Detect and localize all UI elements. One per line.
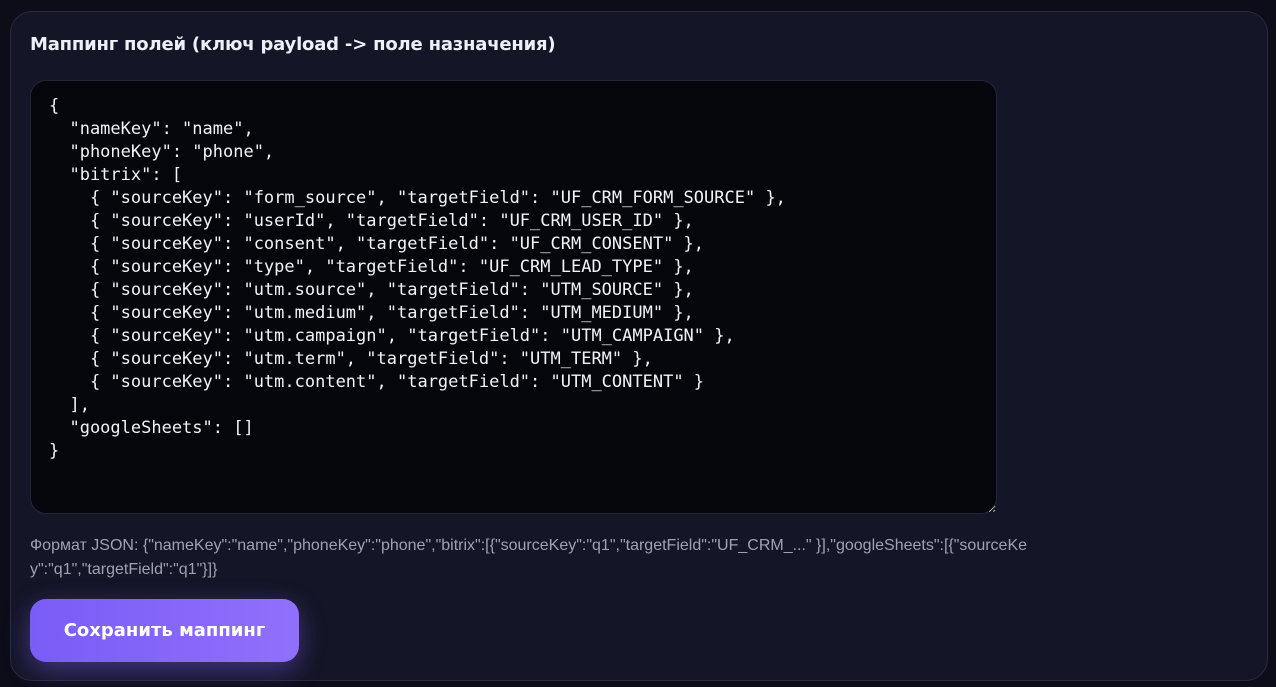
save-mapping-button[interactable]: Сохранить маппинг [30, 599, 299, 662]
mapping-card: Маппинг полей (ключ payload -> поле назн… [10, 11, 1268, 681]
format-hint: Формат JSON: {"nameKey":"name","phoneKey… [30, 537, 1028, 578]
mapping-json-editor[interactable]: { "nameKey": "name", "phoneKey": "phone"… [30, 80, 997, 514]
section-title: Маппинг полей (ключ payload -> поле назн… [30, 34, 556, 55]
